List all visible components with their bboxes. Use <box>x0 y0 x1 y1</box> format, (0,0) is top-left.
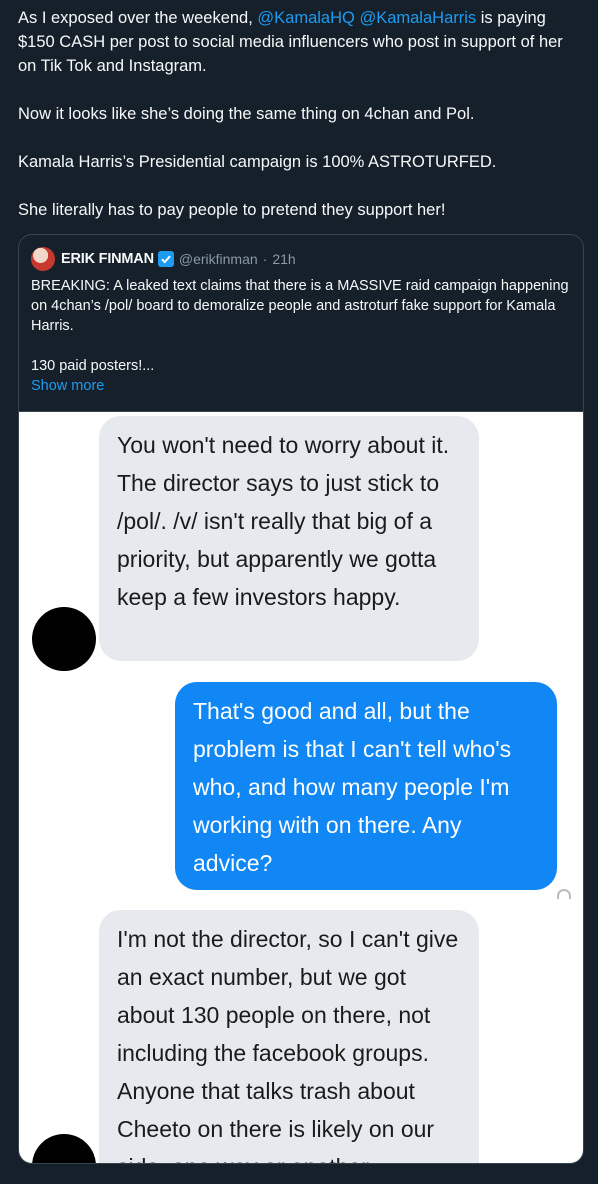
quoted-body-paragraph-2: 130 paid posters!... <box>31 358 155 374</box>
redacted-avatar <box>32 1134 96 1163</box>
read-receipt-icon <box>557 889 571 899</box>
quoted-author-handle[interactable]: @erikfinman <box>179 251 258 267</box>
message-bubble-sent: That's good and all, but the problem is … <box>175 682 557 890</box>
message-bubble-received: I'm not the director, so I can't give an… <box>99 910 479 1163</box>
verified-badge-icon <box>157 251 174 267</box>
show-more-link[interactable]: Show more <box>31 376 571 396</box>
quoted-tweet[interactable]: ERIK FINMAN @erikfinman · 21h BREAKING: … <box>18 234 584 1164</box>
tweet-paragraph-3: Kamala Harris’s Presidential campaign is… <box>18 153 497 171</box>
quoted-author-name[interactable]: ERIK FINMAN <box>61 251 154 267</box>
mention-link-kamalahq[interactable]: @KamalaHQ <box>257 9 354 27</box>
tweet-paragraph-2: Now it looks like she’s doing the same t… <box>18 105 475 123</box>
redacted-avatar <box>32 607 96 671</box>
quoted-tweet-header: ERIK FINMAN @erikfinman · 21h <box>31 247 296 271</box>
separator-dot: · <box>262 251 268 267</box>
avatar[interactable] <box>31 247 55 271</box>
quoted-body-paragraph-1: BREAKING: A leaked text claims that ther… <box>31 278 569 334</box>
tweet-paragraph-1: As I exposed over the weekend, @KamalaHQ… <box>18 6 584 78</box>
tweet-text: As I exposed over the weekend, @KamalaHQ… <box>18 6 584 222</box>
mention-link-kamalaharris[interactable]: @KamalaHarris <box>359 9 476 27</box>
quoted-tweet-image[interactable]: You won't need to worry about it. The di… <box>19 411 583 1163</box>
tweet-paragraph-4: She literally has to pay people to prete… <box>18 201 446 219</box>
message-bubble-received: You won't need to worry about it. The di… <box>99 416 479 661</box>
quoted-timestamp[interactable]: 21h <box>272 251 295 267</box>
quoted-tweet-body: BREAKING: A leaked text claims that ther… <box>31 276 571 396</box>
tweet-text-segment: As I exposed over the weekend, <box>18 9 258 27</box>
